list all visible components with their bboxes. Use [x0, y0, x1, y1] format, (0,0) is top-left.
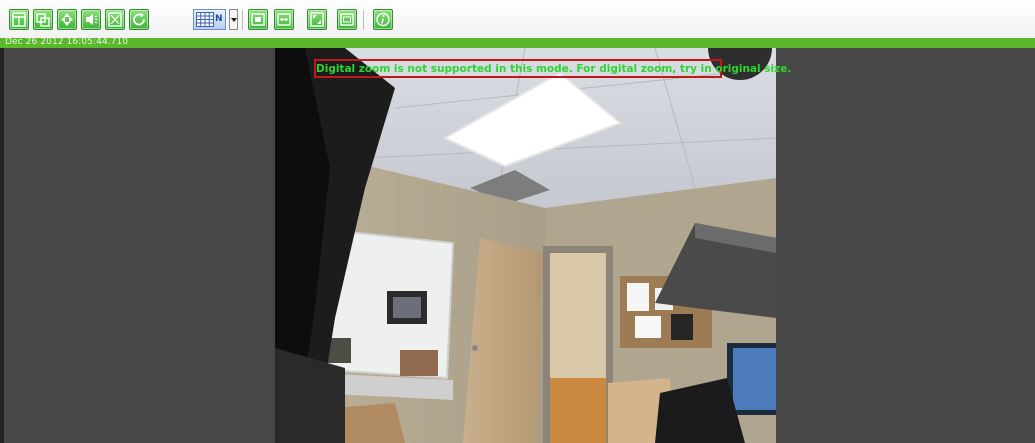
- refresh-button[interactable]: [129, 9, 149, 30]
- timestamp: Dec 26 2012 16:05:44.710: [5, 37, 129, 47]
- snapshot-icon: [36, 13, 50, 27]
- fit-icon: [251, 13, 265, 26]
- info-icon: [376, 12, 390, 27]
- digital-zoom-notice: Digital zoom is not supported in this mo…: [314, 59, 792, 78]
- left-edge: [0, 48, 4, 443]
- speaker-button[interactable]: [81, 9, 101, 30]
- fullscreen-icon: [310, 12, 324, 27]
- fit-button[interactable]: [248, 9, 268, 30]
- stretch-button[interactable]: [274, 9, 294, 30]
- camera-video-feed[interactable]: [275, 48, 776, 443]
- original-size-icon: [340, 13, 354, 26]
- toolbar-separator: [242, 10, 243, 30]
- snapshot-button[interactable]: [33, 9, 53, 30]
- fit-window-icon: [108, 12, 122, 27]
- grid-layout-dropdown[interactable]: [229, 9, 238, 30]
- fit-window-button[interactable]: [105, 9, 125, 30]
- speaker-icon: [86, 14, 98, 25]
- info-button[interactable]: [373, 9, 393, 30]
- stretch-icon: [277, 13, 291, 26]
- refresh-icon: [133, 13, 145, 26]
- window-layout-button[interactable]: [9, 9, 29, 30]
- camera-scene: [275, 48, 776, 443]
- toolbar-separator: [363, 10, 364, 30]
- ptz-icon: [61, 13, 73, 26]
- original-size-button[interactable]: [337, 9, 357, 30]
- status-bar: Dec 26 2012 16:05:44.710: [0, 37, 1035, 48]
- digital-zoom-notice-text: Digital zoom is not supported in this mo…: [316, 63, 792, 75]
- fullscreen-button[interactable]: [307, 9, 327, 30]
- grid-mode-label: N: [215, 14, 223, 24]
- grid-layout-icon: [196, 12, 214, 27]
- grid-layout-button[interactable]: N: [193, 9, 226, 30]
- ptz-button[interactable]: [57, 9, 77, 30]
- window-layout-icon: [12, 12, 26, 27]
- toolbar: N: [0, 0, 1035, 39]
